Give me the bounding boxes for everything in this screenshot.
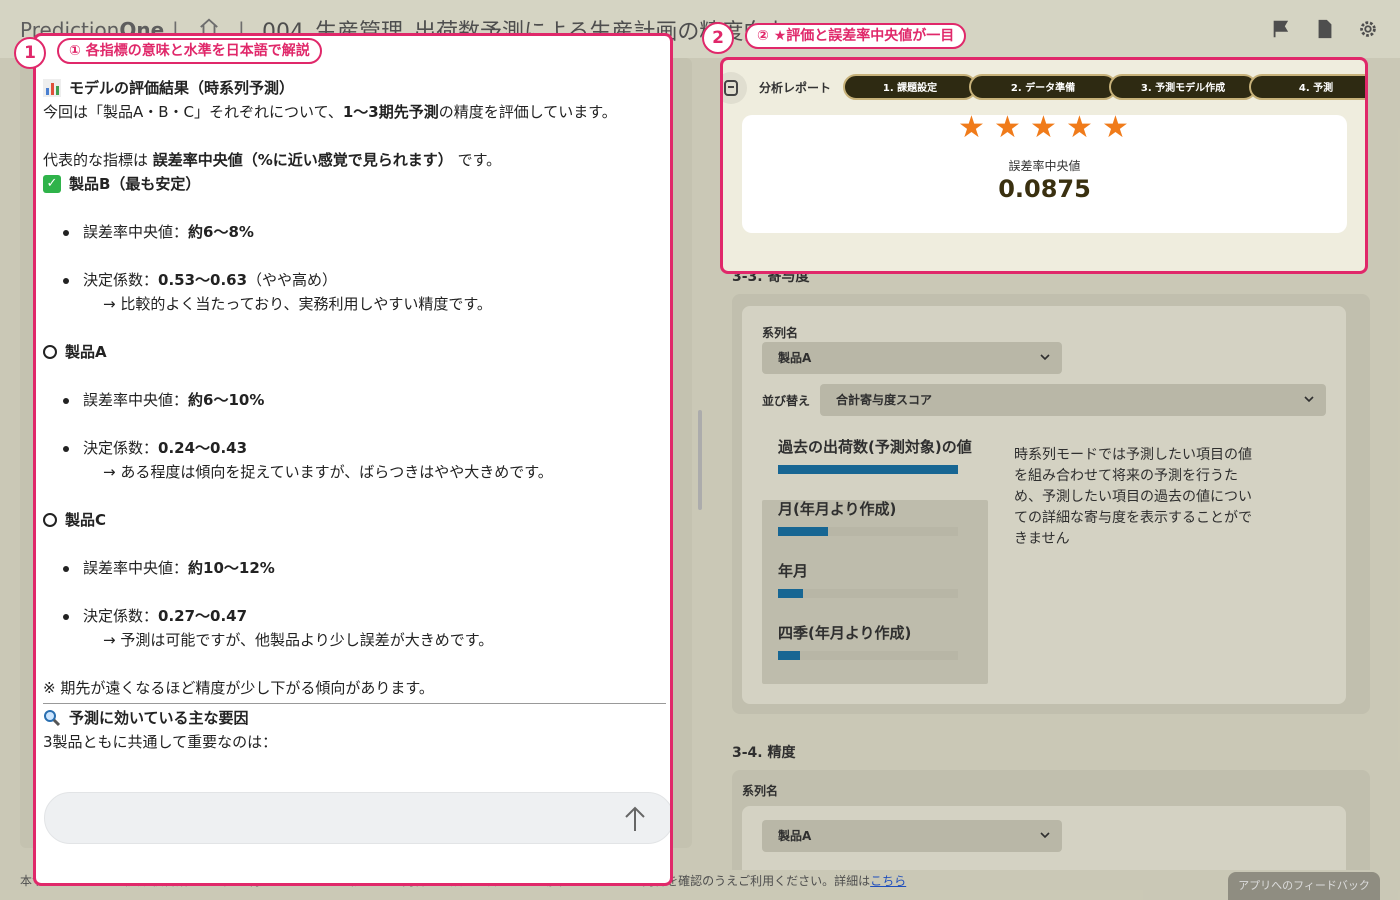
list-item: 誤差率中央値：約10〜12% <box>43 556 668 580</box>
product-comment: → ある程度は傾向を捉えていますが、ばらつきはやや大きめです。 <box>103 463 553 481</box>
chevron-down-icon <box>1040 832 1050 839</box>
bar-chart-icon <box>43 79 61 97</box>
horizon-note: ※ 期先が遠くなるほど精度が少し下がる傾向があります。 <box>43 679 434 697</box>
metric-list: 決定係数：0.27〜0.47 <box>43 604 668 628</box>
contribution-info-text: 時系列モードでは予測したい項目の値を組み合わせて将来の予測を行うため、予測したい… <box>1014 447 1252 547</box>
product-heading: 製品C <box>43 508 668 532</box>
series-select[interactable]: 製品A <box>762 342 1062 374</box>
details-link[interactable]: こちら <box>870 874 906 888</box>
indicator-text: 代表的な指標は 誤差率中央値（%に近い感覚で見られます） です。 <box>43 151 502 169</box>
star-icon: ★ <box>1102 110 1129 145</box>
list-item: 誤差率中央値：約6〜10% <box>43 388 668 412</box>
list-item: 決定係数：0.27〜0.47 <box>43 604 668 628</box>
product-comment: → 比較的よく当たっており、実務利用しやすい精度です。 <box>103 295 492 313</box>
metric-list: 誤差率中央値：約10〜12% <box>43 556 668 580</box>
bar-fill <box>778 465 958 474</box>
sort-select[interactable]: 合計寄与度スコア <box>820 384 1326 416</box>
bar-label: 年月 <box>778 562 809 580</box>
chat-input[interactable] <box>44 792 670 844</box>
callout-1-label: ① 各指標の意味と水準を日本語で解説 <box>57 38 322 64</box>
circle-icon <box>43 513 57 527</box>
metric-list: 決定係数：0.53〜0.63（やや高め） <box>43 268 668 292</box>
series-label: 系列名 <box>762 326 799 340</box>
bar-track <box>778 465 958 474</box>
flag-icon[interactable] <box>1270 18 1292 40</box>
eval-intro: 今回は「製品A・B・C」それぞれについて、1〜3期先予測の精度を評価しています。 <box>43 103 617 121</box>
star-rating: ★ ★ ★ ★ ★ <box>958 110 1130 145</box>
callout-1-number: 1 <box>14 37 46 69</box>
bar-fill <box>778 651 800 660</box>
chat-panel: モデルの評価結果（時系列予測） 今回は「製品A・B・C」それぞれについて、1〜3… <box>33 33 673 886</box>
factors-title: 予測に効いている主な要因 <box>43 706 668 730</box>
document-icon[interactable] <box>1314 18 1336 40</box>
product-list: ✓ 製品B（最も安定） 誤差率中央値：約6〜8% 決定係数：0.53〜0.63（やや高… <box>43 172 668 652</box>
divider <box>43 703 666 704</box>
circle-icon <box>43 345 57 359</box>
star-icon: ★ <box>1066 110 1093 145</box>
product-heading: 製品A <box>43 340 668 364</box>
accuracy-series-select[interactable]: 製品A <box>762 820 1062 852</box>
metric-label: 誤差率中央値 <box>1008 159 1081 173</box>
sort-select-value: 合計寄与度スコア <box>836 393 933 407</box>
bar-track <box>778 527 958 536</box>
magnifier-icon <box>44 710 61 727</box>
factors-intro: 3製品ともに共通して重要なのは： <box>43 733 278 751</box>
evaluation-panel: 分析レポート 1. 課題設定 2. データ準備 3. 予測モデル作成 4. 予測… <box>720 57 1368 274</box>
star-icon: ★ <box>958 110 985 145</box>
accuracy-series-label: 系列名 <box>742 784 779 798</box>
chevron-down-icon <box>1304 396 1314 403</box>
bar-track <box>778 589 958 598</box>
list-item: 決定係数：0.53〜0.63（やや高め） <box>43 268 668 292</box>
step-2[interactable]: 2. データ準備 <box>969 74 1117 100</box>
send-arrow-icon[interactable] <box>623 805 647 833</box>
chat-message: モデルの評価結果（時系列予測） 今回は「製品A・B・C」それぞれについて、1〜3… <box>43 76 668 754</box>
star-icon: ★ <box>1030 110 1057 145</box>
sort-label: 並び替え <box>762 394 811 408</box>
feedback-button[interactable]: アプリへのフィードバック <box>1228 872 1380 900</box>
list-item: 誤差率中央値：約6〜8% <box>43 220 668 244</box>
chevron-down-icon <box>1040 354 1050 361</box>
product-comment: → 予測は可能ですが、他製品より少し誤差が大きめです。 <box>103 631 494 649</box>
bar-fill <box>778 589 804 598</box>
bar-label: 四季(年月より作成) <box>778 624 912 642</box>
eval-title: モデルの評価結果（時系列予測） <box>43 76 668 100</box>
bar-label: 月(年月より作成) <box>778 500 897 518</box>
step-progress: 分析レポート 1. 課題設定 2. データ準備 3. 予測モデル作成 4. 予測 <box>723 72 1365 104</box>
bar-track <box>778 651 958 660</box>
metric-list: 誤差率中央値：約6〜10% <box>43 388 668 412</box>
series-select-value: 製品A <box>778 351 812 365</box>
robot-icon[interactable] <box>723 72 747 104</box>
score-card: ★ ★ ★ ★ ★ 誤差率中央値 0.0875 <box>742 110 1347 233</box>
accuracy-card: 系列名 製品A <box>732 770 1370 870</box>
check-icon: ✓ <box>43 175 61 193</box>
panel-resize-handle[interactable] <box>698 410 702 510</box>
metric-value: 0.0875 <box>998 175 1091 203</box>
step-3[interactable]: 3. 予測モデル作成 <box>1109 74 1257 100</box>
metric-list: 決定係数：0.24〜0.43 <box>43 436 668 460</box>
bar-label: 過去の出荷数(予測対象)の値 <box>778 438 972 456</box>
star-icon: ★ <box>994 110 1021 145</box>
accuracy-card-inner: 製品A <box>742 806 1346 870</box>
product-heading: ✓ 製品B（最も安定） <box>43 172 668 196</box>
accuracy-series-select-value: 製品A <box>778 829 812 843</box>
list-item: 決定係数：0.24〜0.43 <box>43 436 668 460</box>
section-title-accuracy: 3-4. 精度 <box>732 745 796 761</box>
analysis-report-label: 分析レポート <box>759 81 832 95</box>
metric-list: 誤差率中央値：約6〜8% <box>43 220 668 244</box>
bar-fill <box>778 527 829 536</box>
step-1[interactable]: 1. 課題設定 <box>843 74 977 100</box>
step-4[interactable]: 4. 予測 <box>1249 74 1365 100</box>
callout-2-label: ② ★評価と誤差率中央値が一目 <box>745 23 967 49</box>
callout-2-number: 2 <box>702 22 734 54</box>
gear-icon[interactable] <box>1357 18 1379 40</box>
